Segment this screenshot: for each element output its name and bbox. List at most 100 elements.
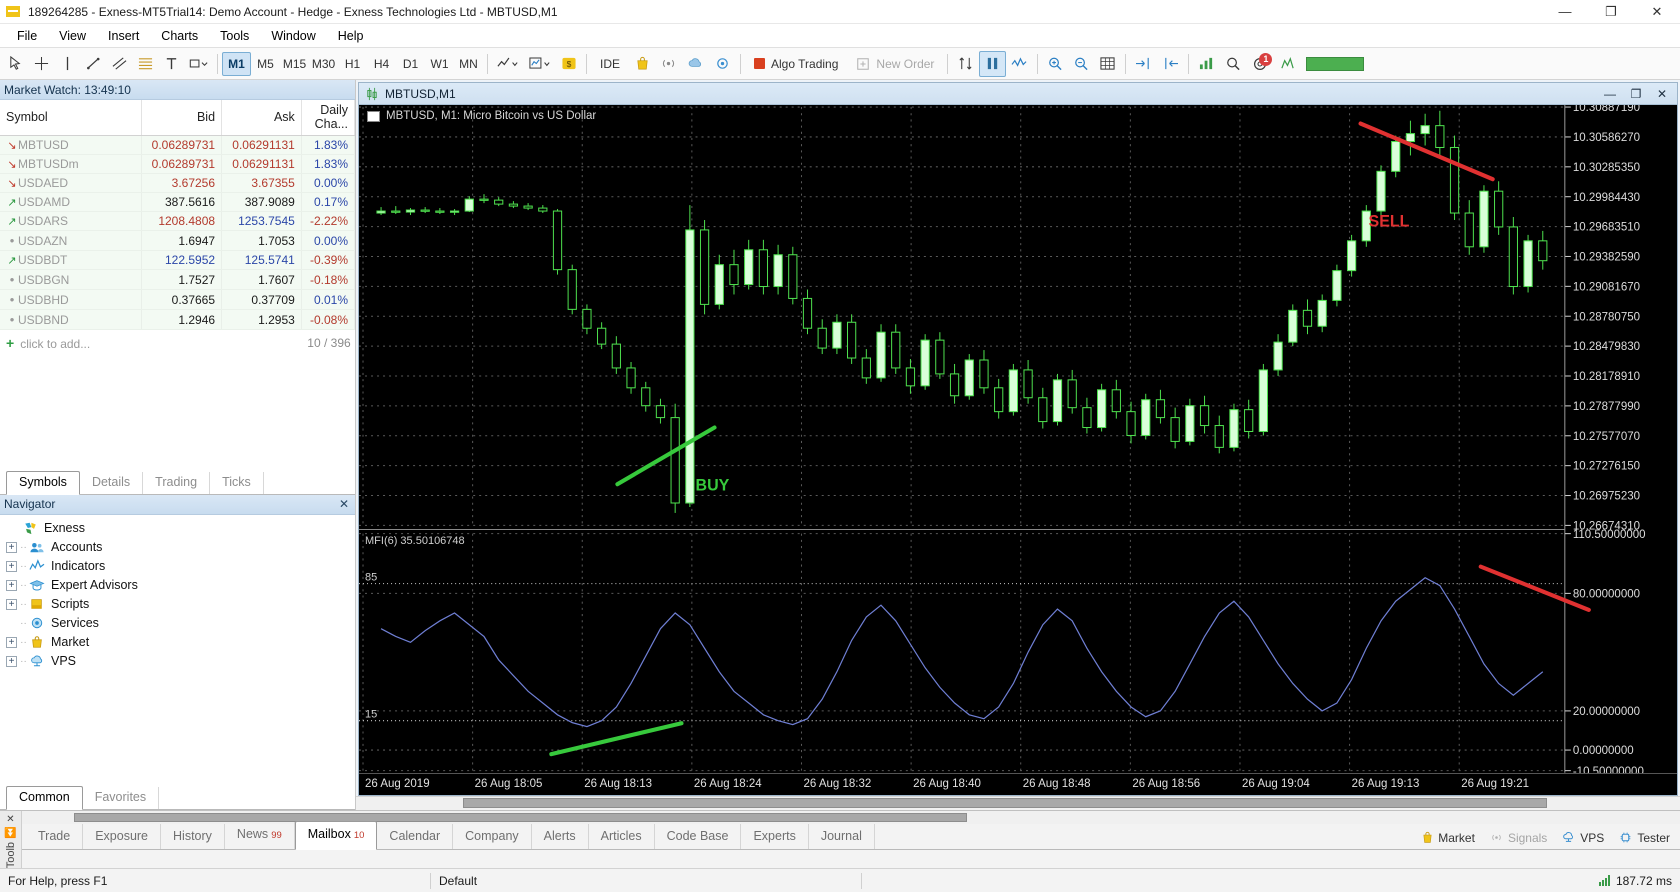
- chart-minimize-button[interactable]: —: [1597, 84, 1623, 104]
- dollar-icon[interactable]: $: [556, 51, 582, 77]
- cursor-icon[interactable]: [2, 51, 28, 77]
- timeframe-m30[interactable]: M30: [309, 52, 338, 76]
- menu-view[interactable]: View: [48, 26, 97, 46]
- navigator-item-market[interactable]: + ·· Market: [6, 633, 355, 652]
- expand-toggle-icon[interactable]: +: [6, 579, 17, 591]
- terminal-tab-history[interactable]: History: [161, 823, 225, 849]
- minimize-button[interactable]: —: [1542, 0, 1588, 24]
- ide-button[interactable]: IDE: [591, 52, 629, 76]
- timeframe-m1[interactable]: M1: [222, 51, 251, 76]
- indicator-line-icon[interactable]: [1006, 51, 1033, 77]
- navigator-item-indicators[interactable]: + ·· Indicators: [6, 557, 355, 576]
- table-row[interactable]: • USDBHD 0.37665 0.37709 0.01%: [0, 289, 356, 310]
- navigator-item-accounts[interactable]: + ·· Accounts: [6, 538, 355, 557]
- timeframe-m5[interactable]: M5: [251, 52, 280, 76]
- table-row[interactable]: ↘USDAED 3.67256 3.67355 0.00%: [0, 173, 356, 193]
- vertical-line-icon[interactable]: [54, 51, 80, 77]
- trendline-icon[interactable]: [80, 51, 106, 77]
- chart-restore-button[interactable]: ❐: [1623, 84, 1649, 104]
- expand-toggle-icon[interactable]: +: [6, 655, 17, 667]
- zoom-in-icon[interactable]: [1042, 51, 1068, 77]
- maximize-button[interactable]: ❐: [1588, 0, 1634, 24]
- line-chart-dropdown-icon[interactable]: [492, 51, 524, 77]
- timeframe-m15[interactable]: M15: [280, 52, 309, 76]
- search-icon[interactable]: [1220, 51, 1246, 77]
- timeframe-d1[interactable]: D1: [396, 52, 425, 76]
- toolbox-close-icon[interactable]: ✕: [6, 814, 14, 825]
- channel-icon[interactable]: [106, 51, 132, 77]
- tester-chip-icon[interactable]: [709, 51, 736, 77]
- menu-file[interactable]: File: [6, 26, 48, 46]
- column-header-daily-change[interactable]: Daily Cha...: [301, 100, 356, 136]
- tab-trading[interactable]: Trading: [143, 471, 211, 494]
- terminal-link-vps[interactable]: VPS: [1561, 831, 1604, 845]
- column-header-ask[interactable]: Ask: [221, 100, 302, 136]
- terminal-tab-company[interactable]: Company: [453, 823, 532, 849]
- fibonacci-icon[interactable]: [132, 51, 158, 77]
- new-order-button[interactable]: New Order: [847, 52, 943, 76]
- menu-charts[interactable]: Charts: [150, 26, 209, 46]
- signals-icon[interactable]: [655, 51, 682, 77]
- column-header-symbol[interactable]: Symbol: [0, 100, 143, 136]
- notifications-icon[interactable]: 1: [1246, 51, 1274, 77]
- navigator-item-vps[interactable]: + ·· VPS: [6, 652, 355, 671]
- expand-toggle-icon[interactable]: +: [6, 598, 17, 610]
- terminal-tab-news[interactable]: News 99: [225, 821, 295, 849]
- table-row[interactable]: ↗USDARS 1208.4808 1253.7545 -2.22%: [0, 211, 356, 231]
- terminal-tab-mailbox[interactable]: Mailbox 10: [294, 820, 378, 850]
- table-row[interactable]: • USDBGN 1.7527 1.7607 -0.18%: [0, 269, 356, 290]
- vps-cloud-icon[interactable]: [682, 51, 709, 77]
- table-row[interactable]: ↘MBTUSD 0.06289731 0.06291131 1.83%: [0, 135, 356, 155]
- terminal-tab-code-base[interactable]: Code Base: [655, 823, 742, 849]
- terminal-tab-journal[interactable]: Journal: [809, 823, 875, 849]
- close-button[interactable]: ✕: [1634, 0, 1680, 24]
- table-row[interactable]: ↗USDBDT 122.5952 125.5741 -0.39%: [0, 250, 356, 270]
- crosshair-icon[interactable]: [28, 51, 54, 77]
- autoscroll-icon[interactable]: [952, 51, 979, 77]
- navigator-close-icon[interactable]: ✕: [337, 497, 351, 511]
- menu-tools[interactable]: Tools: [209, 26, 260, 46]
- tab-common[interactable]: Common: [6, 785, 83, 810]
- table-row[interactable]: ↗USDAMD 387.5616 387.9089 0.17%: [0, 192, 356, 212]
- navigator-item-scripts[interactable]: + ·· Scripts: [6, 595, 355, 614]
- expand-toggle-icon[interactable]: +: [6, 560, 17, 572]
- expand-toggle-icon[interactable]: +: [6, 636, 17, 648]
- expand-toggle-icon[interactable]: +: [6, 541, 17, 553]
- scrollbar-thumb[interactable]: [462, 798, 1547, 809]
- terminal-tab-alerts[interactable]: Alerts: [532, 823, 589, 849]
- tab-symbols[interactable]: Symbols: [6, 470, 80, 495]
- menu-help[interactable]: Help: [327, 26, 375, 46]
- terminal-link-signals[interactable]: Signals: [1489, 831, 1547, 845]
- algo-trading-button[interactable]: Algo Trading: [745, 52, 847, 76]
- terminal-link-market[interactable]: Market: [1421, 831, 1475, 845]
- user-profile-icon[interactable]: [1274, 51, 1301, 77]
- terminal-tab-exposure[interactable]: Exposure: [83, 823, 162, 849]
- terminal-tab-trade[interactable]: Trade: [26, 823, 84, 849]
- chart-close-button[interactable]: ✕: [1649, 84, 1675, 104]
- navigator-item-services[interactable]: ·· Services: [6, 614, 355, 633]
- tab-favorites[interactable]: Favorites: [83, 786, 160, 809]
- chart-canvas[interactable]: 10.30887190 10.30586270 10.30285350 10.2998…: [359, 105, 1677, 773]
- table-row[interactable]: • USDBND 1.2946 1.2953 -0.08%: [0, 309, 356, 330]
- market-bag-icon[interactable]: [629, 51, 655, 77]
- click-to-add-row[interactable]: + click to add... 10 / 396: [0, 329, 355, 356]
- shapes-dropdown-icon[interactable]: [184, 51, 213, 77]
- zoom-out-icon[interactable]: [1068, 51, 1094, 77]
- chart-horizontal-scrollbar[interactable]: [356, 795, 1680, 810]
- timeframe-w1[interactable]: W1: [425, 52, 454, 76]
- navigator-item-exness[interactable]: Exness: [6, 519, 355, 538]
- column-header-bid[interactable]: Bid: [141, 100, 223, 136]
- terminal-tab-calendar[interactable]: Calendar: [377, 823, 454, 849]
- deposit-bar-icon[interactable]: [1301, 51, 1369, 77]
- grid-icon[interactable]: [1094, 51, 1121, 77]
- chart-shift-icon[interactable]: [979, 50, 1007, 77]
- tile-windows-left-icon[interactable]: [1157, 51, 1184, 77]
- timeframe-h4[interactable]: H4: [367, 52, 396, 76]
- text-tool-icon[interactable]: [158, 51, 184, 77]
- menu-insert[interactable]: Insert: [97, 26, 150, 46]
- tab-details[interactable]: Details: [80, 471, 144, 494]
- table-row[interactable]: ↘MBTUSDm 0.06289731 0.06291131 1.83%: [0, 154, 356, 174]
- tile-windows-icon[interactable]: [1130, 51, 1157, 77]
- bar-chart-icon[interactable]: [1193, 51, 1220, 77]
- table-row[interactable]: • USDAZN 1.6947 1.7053 0.00%: [0, 230, 356, 251]
